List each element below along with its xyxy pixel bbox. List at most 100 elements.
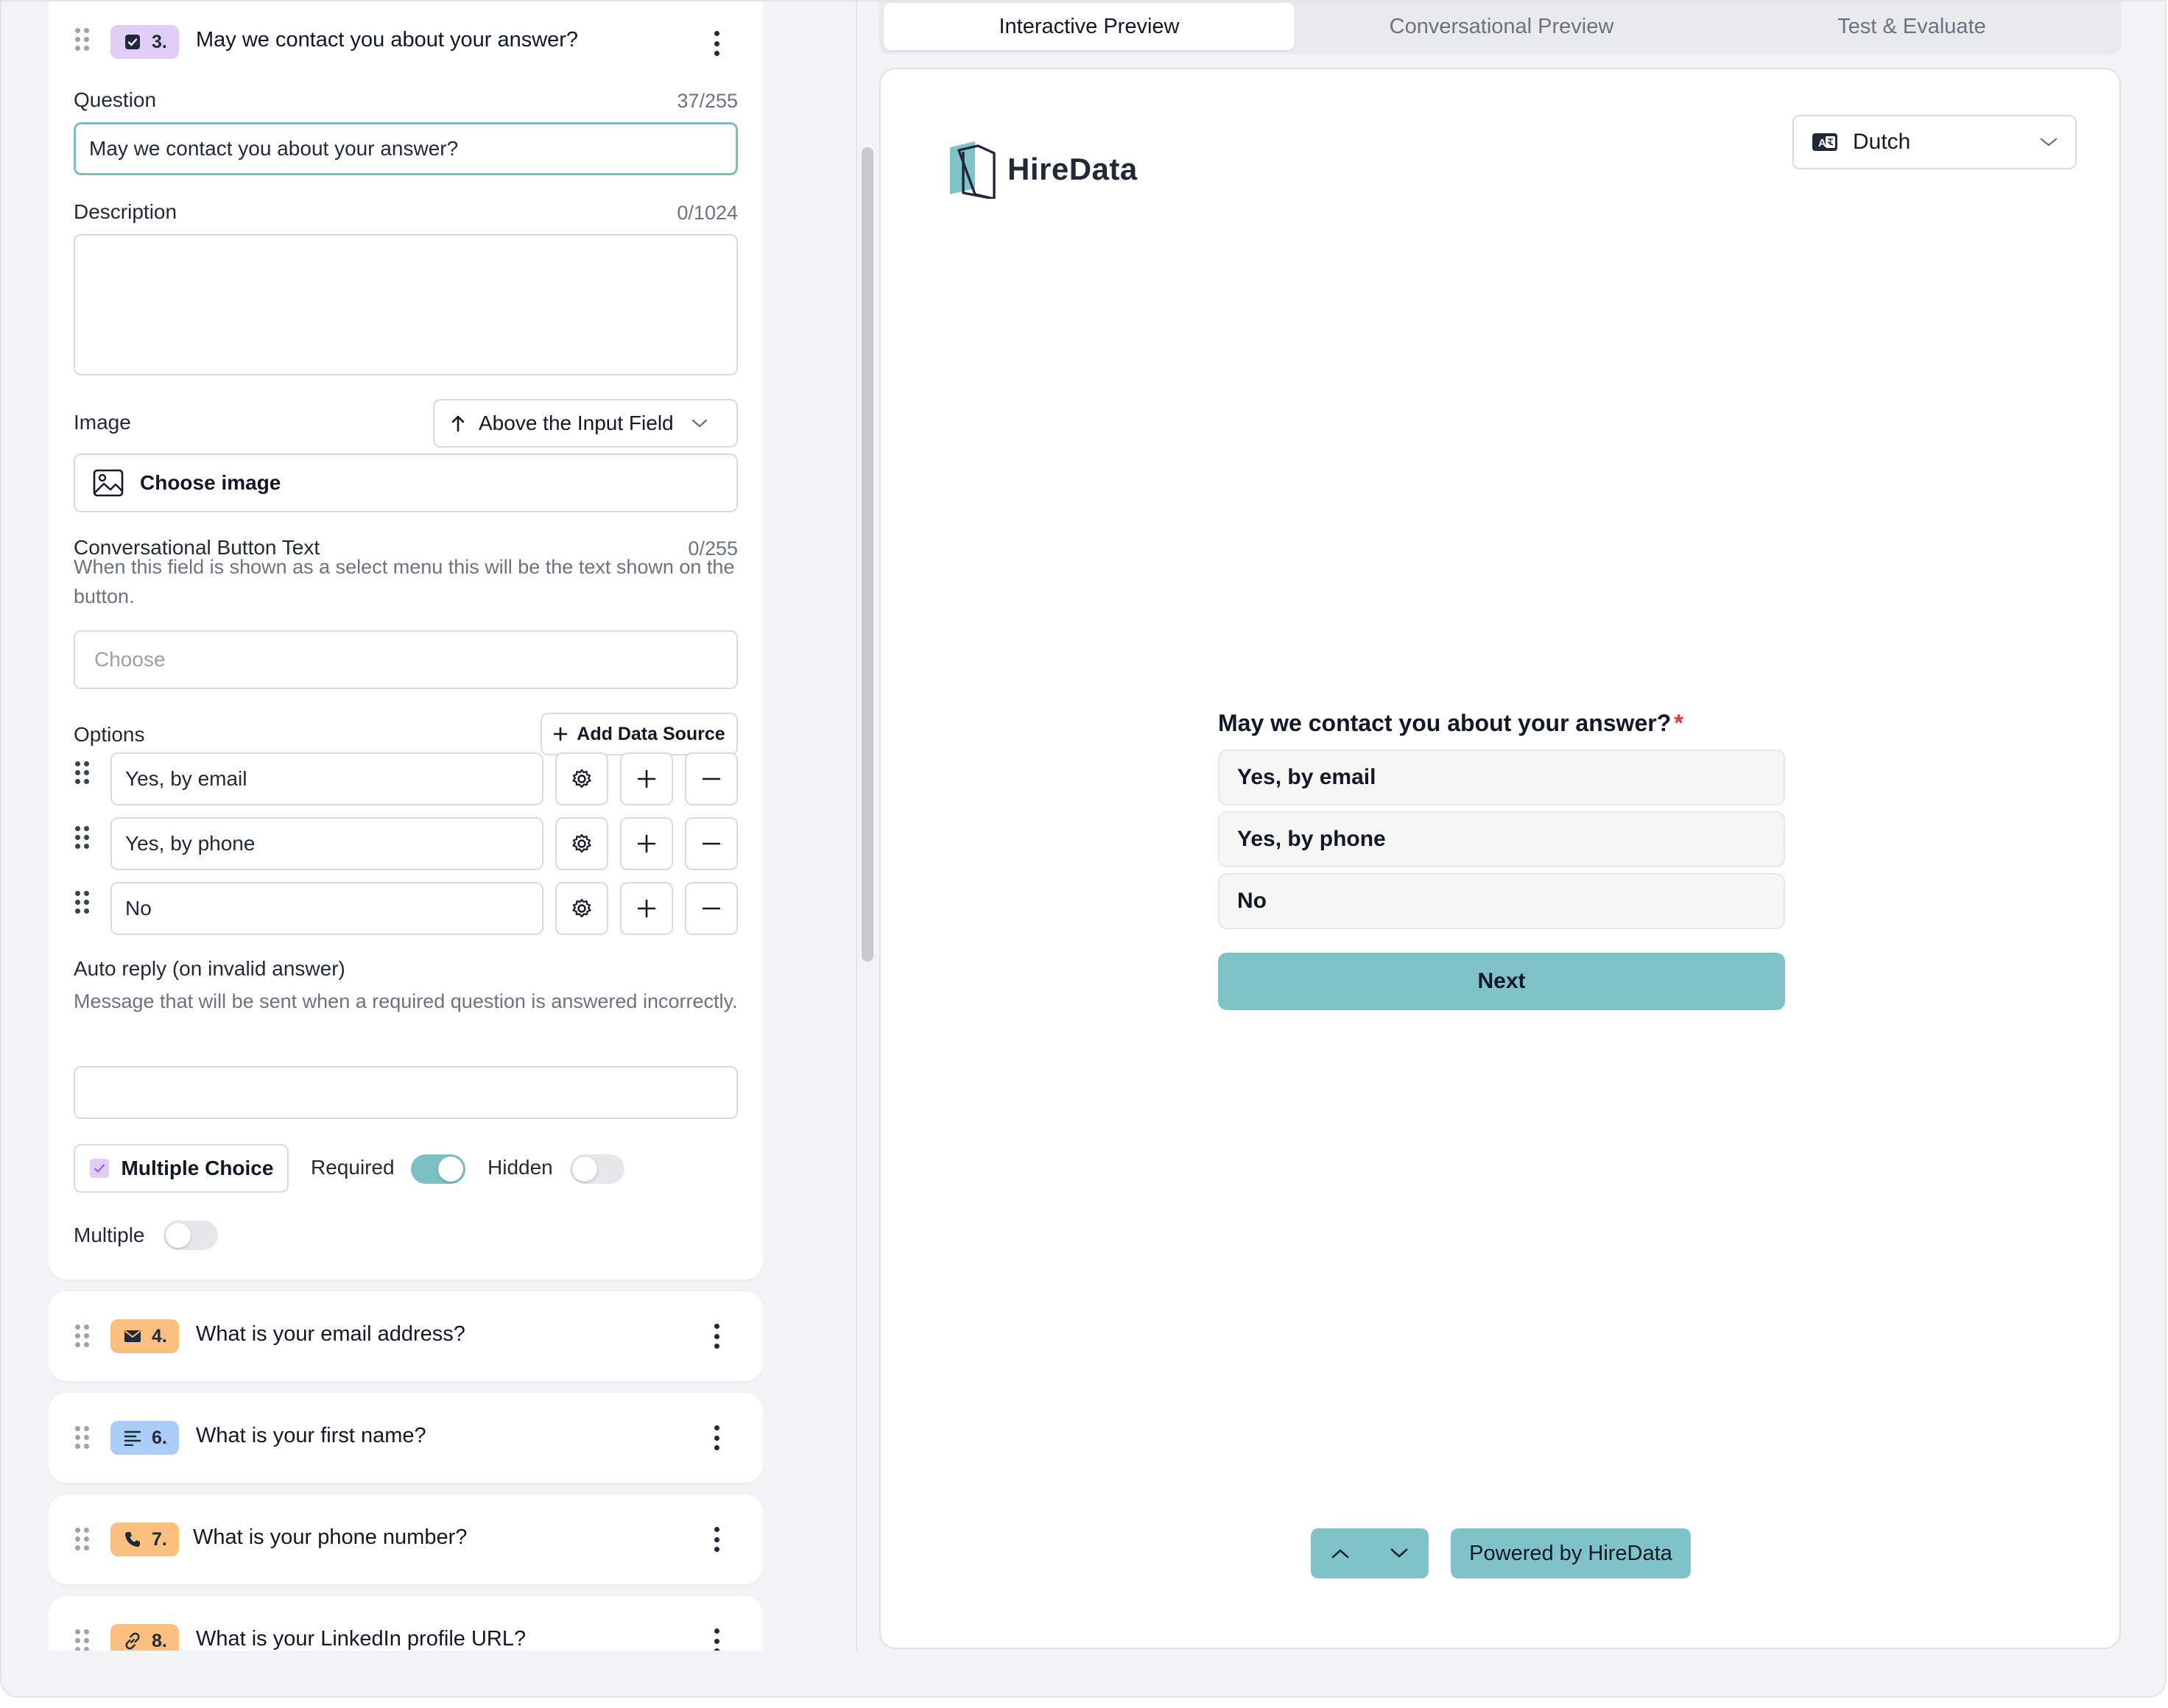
question-title: What is your email address? (196, 1322, 465, 1346)
image-position-select[interactable]: Above the Input Field (433, 399, 738, 448)
tab-test-evaluate[interactable]: Test & Evaluate (1708, 3, 2115, 50)
plus-icon (637, 769, 656, 788)
minus-icon (702, 777, 721, 780)
question-type-badge: 3. (110, 25, 179, 59)
question-card-expanded: 3. May we contact you about your answer?… (49, 1, 763, 1280)
minus-icon (702, 842, 721, 845)
next-question-button[interactable] (1370, 1528, 1429, 1578)
required-toggle[interactable] (411, 1154, 465, 1184)
option-drag-handle-icon[interactable] (75, 891, 90, 914)
powered-by-badge[interactable]: Powered by HireData (1451, 1528, 1691, 1578)
question-type-selector[interactable]: Multiple Choice (74, 1144, 289, 1193)
question-editor-column: 3. May we contact you about your answer?… (49, 1, 763, 1651)
gear-icon (572, 898, 591, 918)
option-input[interactable]: No (110, 882, 543, 935)
svg-text:A: A (1818, 137, 1826, 149)
drag-handle-icon[interactable] (75, 1629, 90, 1651)
option-drag-handle-icon[interactable] (75, 761, 90, 785)
tab-interactive-preview[interactable]: Interactive Preview (884, 3, 1295, 50)
auto-reply-input[interactable] (74, 1066, 738, 1119)
chevron-down-icon (2040, 138, 2058, 147)
question-input[interactable]: May we contact you about your answer? (74, 122, 738, 175)
drag-handle-icon[interactable] (75, 28, 90, 52)
description-char-counter: 0/1024 (677, 202, 738, 224)
question-type-badge: 7. (110, 1522, 179, 1556)
add-data-source-button[interactable]: Add Data Source (541, 713, 738, 755)
description-textarea[interactable] (74, 234, 738, 375)
description-label: Description (74, 200, 177, 223)
chevron-down-icon (1390, 1548, 1408, 1558)
question-card-collapsed[interactable]: 7. What is your phone number? (49, 1494, 763, 1584)
conv-button-input[interactable]: Choose (74, 630, 738, 689)
brand-logo: HireData (948, 140, 1138, 199)
more-options-icon[interactable] (711, 1527, 722, 1552)
arrow-up-icon (451, 415, 465, 432)
hiredata-logo-icon (950, 141, 996, 199)
option-add-button[interactable] (620, 817, 673, 870)
required-asterisk: * (1674, 710, 1683, 736)
question-number: 6. (152, 1427, 167, 1448)
auto-reply-help: Message that will be sent when a require… (74, 990, 738, 1012)
question-card-collapsed[interactable]: 8. What is your LinkedIn profile URL? (49, 1596, 763, 1651)
option-input[interactable]: Yes, by email (110, 752, 543, 805)
drag-handle-icon[interactable] (75, 1528, 90, 1551)
option-add-button[interactable] (620, 882, 673, 935)
choose-image-button[interactable]: Choose image (74, 454, 738, 512)
option-settings-button[interactable] (555, 817, 608, 870)
language-select[interactable]: A Dutch (1792, 115, 2077, 169)
hidden-label: Hidden (488, 1156, 553, 1179)
tab-conversational-preview[interactable]: Conversational Preview (1296, 3, 1707, 50)
plus-icon (637, 899, 656, 918)
preview-question-title: May we contact you about your answer? * (1218, 710, 1683, 737)
drag-handle-icon[interactable] (75, 1426, 90, 1450)
options-label: Options (74, 723, 145, 746)
gear-icon (572, 833, 591, 853)
add-data-source-label: Add Data Source (577, 723, 725, 744)
text-lines-icon (124, 1429, 141, 1447)
question-title: What is your phone number? (193, 1525, 468, 1549)
option-remove-button[interactable] (685, 752, 738, 805)
option-add-button[interactable] (620, 752, 673, 805)
option-input[interactable]: Yes, by phone (110, 817, 543, 870)
question-title[interactable]: May we contact you about your answer? (196, 28, 578, 52)
drag-handle-icon[interactable] (75, 1324, 90, 1348)
more-options-icon[interactable] (711, 1425, 722, 1450)
hidden-toggle[interactable] (570, 1154, 624, 1184)
preview-option[interactable]: No (1218, 873, 1785, 929)
question-number: 8. (152, 1630, 167, 1651)
question-type-badge: 8. (110, 1624, 179, 1651)
more-options-icon[interactable] (711, 31, 722, 56)
question-title: What is your first name? (196, 1424, 426, 1447)
link-icon (124, 1632, 141, 1650)
question-card-collapsed[interactable]: 6. What is your first name? (49, 1393, 763, 1483)
language-icon: A (1812, 133, 1837, 151)
preview-option[interactable]: Yes, by phone (1218, 811, 1785, 867)
question-nav-buttons (1311, 1528, 1429, 1578)
image-label: Image (74, 411, 131, 434)
more-options-icon[interactable] (711, 1628, 722, 1651)
checkbox-icon (124, 33, 141, 51)
option-remove-button[interactable] (685, 817, 738, 870)
chevron-down-icon (691, 419, 707, 428)
question-card-collapsed[interactable]: 4. What is your email address? (49, 1291, 763, 1381)
option-settings-button[interactable] (555, 752, 608, 805)
brand-name: HireData (1007, 152, 1138, 186)
preview-tabs: Interactive Preview Conversational Previ… (879, 1, 2121, 54)
preview-option[interactable]: Yes, by email (1218, 749, 1785, 805)
previous-question-button[interactable] (1311, 1528, 1370, 1578)
option-drag-handle-icon[interactable] (75, 826, 90, 850)
option-remove-button[interactable] (685, 882, 738, 935)
next-button[interactable]: Next (1218, 953, 1785, 1010)
image-icon (93, 469, 124, 497)
option-settings-button[interactable] (555, 882, 608, 935)
multiple-toggle[interactable] (163, 1221, 218, 1250)
question-char-counter: 37/255 (677, 90, 738, 112)
editor-scrollbar-thumb[interactable] (862, 147, 873, 961)
more-options-icon[interactable] (711, 1324, 722, 1349)
conv-button-help: When this field is shown as a select men… (74, 556, 735, 607)
preview-question-text: May we contact you about your answer? (1218, 710, 1672, 736)
question-label: Question (74, 88, 157, 111)
app-frame: 3. May we contact you about your answer?… (0, 0, 2167, 1698)
question-number: 3. (152, 31, 167, 52)
auto-reply-label: Auto reply (on invalid answer) (74, 957, 345, 980)
